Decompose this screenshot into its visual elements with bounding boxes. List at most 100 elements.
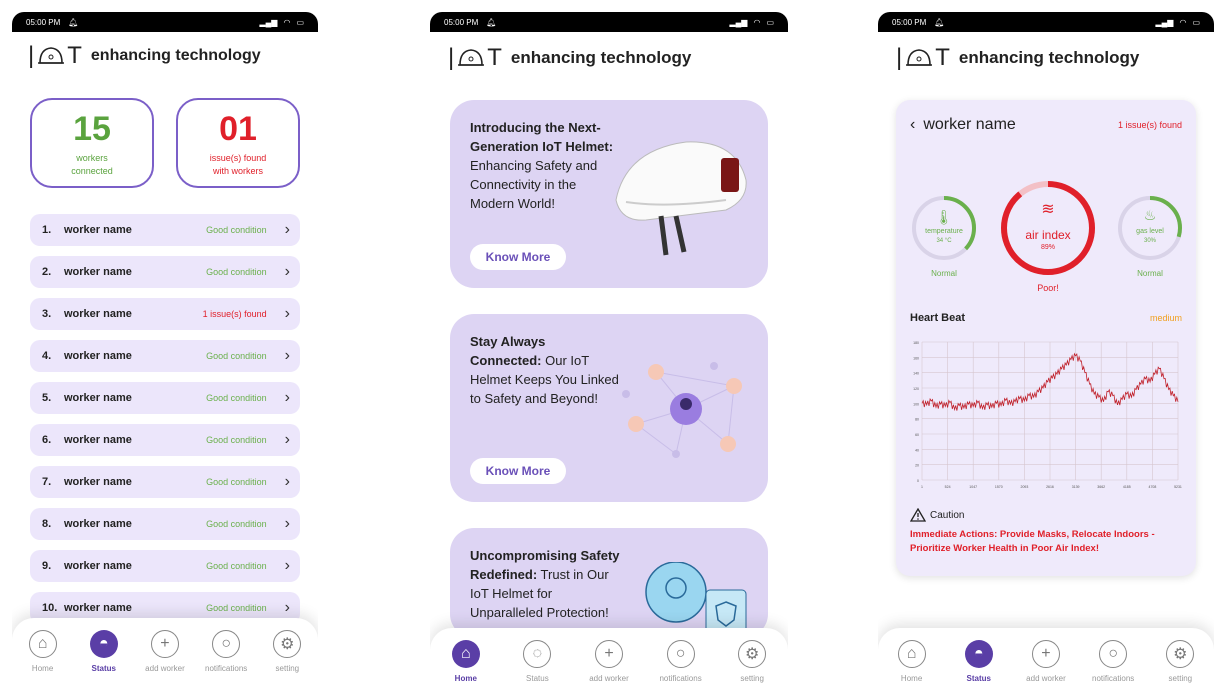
status-icon: ◌ xyxy=(523,640,552,668)
caution-heading: Caution xyxy=(910,508,964,522)
worker-status: 1 issue(s) found xyxy=(202,309,267,319)
promo-card-connected[interactable]: Stay Always Connected: Our IoT Helmet Ke… xyxy=(450,314,768,502)
worker-status: Good condition xyxy=(206,603,267,613)
wifi-icon: ◠ xyxy=(753,17,761,27)
worker-name: worker name xyxy=(64,476,132,488)
battery-icon: ▭ xyxy=(766,17,774,27)
bell-icon: 🔔︎ xyxy=(68,17,79,27)
clock: 05:00 PM xyxy=(444,17,479,27)
nav-notifications[interactable]: ○ notifications xyxy=(199,630,253,673)
nav-status[interactable]: ◓ Status xyxy=(77,630,131,673)
worker-index: 3. xyxy=(42,308,52,320)
nav-add-worker[interactable]: + add worker xyxy=(582,640,636,683)
worker-status: Good condition xyxy=(206,435,267,445)
back-chevron-icon[interactable]: ‹ xyxy=(910,116,915,134)
worker-index: 6. xyxy=(42,434,52,446)
x-tick-label: 4185 xyxy=(1123,485,1131,489)
workers-connected-card[interactable]: 15 workers connected xyxy=(30,98,154,188)
plus-icon: + xyxy=(150,630,179,658)
gas-level-value: 30% xyxy=(1143,238,1156,244)
worker-index: 5. xyxy=(42,392,52,404)
thermometer-icon: 🌡 xyxy=(935,209,953,225)
x-tick-label: 5231 xyxy=(1174,485,1182,489)
air-index-status: Poor! xyxy=(1037,283,1059,293)
home-screen: 05:00 PM 🔔︎ ▂▄▆ ◠ ▭ | T enhancing technology… xyxy=(430,0,788,700)
worker-row[interactable]: 8. worker name Good condition › xyxy=(30,508,300,540)
signal-icon: ▂▄▆ xyxy=(259,17,278,27)
nav-setting[interactable]: ⚙ setting xyxy=(260,630,314,673)
worker-row[interactable]: 7. worker name Good condition › xyxy=(30,466,300,498)
gear-icon: ⚙ xyxy=(273,630,302,658)
worker-row[interactable]: 1. worker name Good condition › xyxy=(30,214,300,246)
y-tick-label: 100 xyxy=(913,402,919,406)
promo-card-safety[interactable]: Uncompromising Safety Redefined: Trust i… xyxy=(450,528,768,638)
worker-name: worker name xyxy=(64,392,132,404)
y-tick-label: 180 xyxy=(913,341,919,345)
nav-setting[interactable]: ⚙ setting xyxy=(725,640,779,683)
nav-setting[interactable]: ⚙ setting xyxy=(1153,640,1207,683)
nav-notifications[interactable]: ○ notifications xyxy=(654,640,708,683)
nav-add-worker[interactable]: + add worker xyxy=(138,630,192,673)
brand-header: | T enhancing technology xyxy=(448,44,691,72)
worker-status: Good condition xyxy=(206,267,267,277)
promo-text: Stay Always Connected: Our IoT Helmet Ke… xyxy=(470,334,619,406)
gear-icon: ⚙ xyxy=(738,640,767,668)
temperature-gauge[interactable]: 🌡 temperature 34 °C Normal xyxy=(910,194,978,278)
x-tick-label: 3139 xyxy=(1072,485,1080,489)
worker-row[interactable]: 5. worker name Good condition › xyxy=(30,382,300,414)
heart-beat-level: medium xyxy=(1149,313,1182,323)
air-index-gauge[interactable]: ≋ air index 89% Poor! xyxy=(998,178,1098,293)
worker-row[interactable]: 2. worker name Good condition › xyxy=(30,256,300,288)
worker-name: worker name xyxy=(64,224,132,236)
y-tick-label: 120 xyxy=(913,387,919,391)
worker-status: Good condition xyxy=(206,519,267,529)
chevron-right-icon: › xyxy=(284,557,290,574)
promo-card-helmet[interactable]: Introducing the Next-Generation IoT Helm… xyxy=(450,100,768,288)
notification-icon: ○ xyxy=(1099,640,1128,668)
worker-name: worker name xyxy=(923,116,1016,133)
caution-message: Immediate Actions: Provide Masks, Reloca… xyxy=(910,529,1155,554)
flame-icon: ♨ xyxy=(1144,207,1157,223)
brand-title: enhancing technology xyxy=(510,48,692,67)
chevron-right-icon: › xyxy=(284,347,290,364)
know-more-button[interactable]: Know More xyxy=(470,458,566,484)
x-tick-label: 3662 xyxy=(1097,485,1105,489)
know-more-button[interactable]: Know More xyxy=(470,244,566,270)
status-icon: ◓ xyxy=(89,630,118,658)
notification-icon: ○ xyxy=(666,640,695,668)
helmet-illustration xyxy=(615,141,747,256)
chevron-right-icon: › xyxy=(284,599,290,616)
home-icon: ⌂ xyxy=(451,640,480,668)
nav-status[interactable]: ◌ Status xyxy=(510,640,564,683)
nav-notifications[interactable]: ○ notifications xyxy=(1086,640,1140,683)
workers-connected-count: 15 xyxy=(73,110,111,148)
worker-row[interactable]: 4. worker name Good condition › xyxy=(30,340,300,372)
wind-icon: ≋ xyxy=(1041,201,1054,218)
nav-home[interactable]: ⌂ Home xyxy=(16,630,70,673)
worker-row[interactable]: 9. worker name Good condition › xyxy=(30,550,300,582)
gas-level-status: Normal xyxy=(1137,269,1163,278)
worker-name: worker name xyxy=(64,350,132,362)
worker-index: 1. xyxy=(42,224,52,236)
worker-row[interactable]: 3. worker name 1 issue(s) found › xyxy=(30,298,300,330)
worker-status: Good condition xyxy=(206,477,267,487)
worker-row[interactable]: 6. worker name Good condition › xyxy=(30,424,300,456)
worker-name: worker name xyxy=(64,308,132,320)
bell-icon: 🔔︎ xyxy=(486,17,497,27)
plus-icon: + xyxy=(594,640,623,668)
battery-icon: ▭ xyxy=(1192,17,1200,27)
y-tick-label: 40 xyxy=(915,448,919,452)
nav-home[interactable]: ⌂ Home xyxy=(439,640,493,683)
issues-found-card[interactable]: 01 issue(s) found with workers xyxy=(176,98,300,188)
clock: 05:00 PM xyxy=(892,17,927,27)
nav-status[interactable]: ◓ Status xyxy=(952,640,1006,683)
nav-home[interactable]: ⌂ Home xyxy=(885,640,939,683)
gas-level-gauge[interactable]: ♨ gas level 30% Normal xyxy=(1116,194,1184,278)
worker-index: 10. xyxy=(42,602,58,614)
status-screen: 05:00 PM 🔔︎ ▂▄▆ ◠ ▭ | T enhancing technology… xyxy=(12,0,318,700)
issues-found-count: 01 xyxy=(219,110,257,148)
nav-add-worker[interactable]: + add worker xyxy=(1019,640,1073,683)
worker-index: 7. xyxy=(42,476,52,488)
warning-icon xyxy=(910,508,926,522)
battery-icon: ▭ xyxy=(296,17,304,27)
